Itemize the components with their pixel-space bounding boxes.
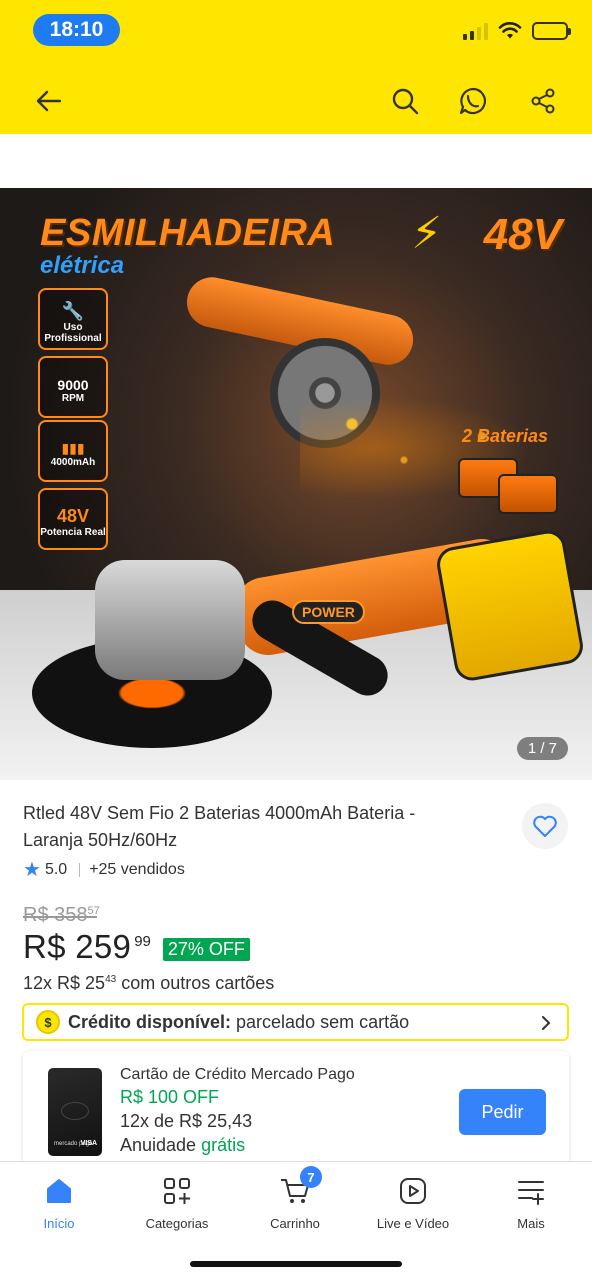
fee-free: grátis	[201, 1135, 246, 1155]
more-icon	[514, 1174, 548, 1208]
order-card-button[interactable]: Pedir	[459, 1089, 546, 1135]
nav-item-mais[interactable]: Mais	[472, 1174, 590, 1231]
credit-card-image: mercado pago VISA	[48, 1068, 102, 1156]
hero-voltage: 48V	[483, 210, 562, 259]
grinder-head-illustration	[95, 560, 245, 680]
product-title: Rtled 48V Sem Fio 2 Baterias 4000mAh Bat…	[23, 803, 416, 850]
lightning-icon: ⚡	[411, 209, 442, 258]
battery-icon	[532, 22, 571, 40]
card-brand: VISA	[80, 1140, 97, 1147]
top-bar: 18:10	[0, 0, 592, 134]
badge-label: 4000mAh	[50, 457, 96, 468]
favorite-button[interactable]	[522, 803, 568, 849]
coin-icon: $	[36, 1010, 60, 1034]
nav-item-inicio[interactable]: Início	[0, 1174, 118, 1231]
badge-label: RPM	[61, 392, 85, 404]
installments-info[interactable]: 12x R$ 2543 com outros cartões	[23, 973, 274, 994]
sold-count: +25 vendidos	[89, 860, 185, 878]
credit-label: parcelado sem cartão	[231, 1011, 410, 1032]
rating-value: 5.0	[44, 860, 68, 878]
badge-value: 48V	[56, 506, 90, 526]
card-offer-installments: 12x de R$ 25,43	[120, 1111, 253, 1131]
card-offer-fee: Anuidade grátis	[120, 1135, 245, 1156]
nav-item-carrinho[interactable]: 7 Carrinho	[236, 1166, 354, 1231]
price-value: R$ 259	[23, 928, 132, 965]
hero-subtitle: elétrica	[40, 252, 125, 279]
home-icon	[42, 1174, 76, 1208]
whatsapp-icon[interactable]	[458, 86, 488, 116]
power-label: POWER	[292, 600, 365, 624]
installments-suffix: com outros cartões	[116, 973, 275, 993]
nav-label: Carrinho	[270, 1216, 320, 1231]
search-icon[interactable]	[390, 86, 420, 116]
badge-label: Potencia Real	[40, 527, 106, 538]
feature-badge-uso: 🔧 Uso Profissional	[38, 288, 108, 350]
old-price: R$ 35857	[23, 904, 100, 927]
arrow-left-icon[interactable]	[33, 86, 63, 116]
batteries-label: 2 Baterias	[462, 426, 549, 446]
fee-prefix: Anuidade	[120, 1135, 202, 1155]
nav-label: Início	[43, 1216, 75, 1231]
battery-level-icon: ▮▮▮	[61, 440, 85, 456]
card-offer-discount: R$ 100 OFF	[120, 1087, 220, 1107]
heart-icon	[533, 815, 557, 837]
card-offer-title: Cartão de Crédito Mercado Pago	[120, 1066, 355, 1083]
credit-label-bold: Crédito disponível:	[68, 1011, 232, 1032]
home-indicator	[190, 1261, 402, 1267]
share-icon[interactable]	[528, 86, 558, 116]
battery-pack-illustration	[498, 474, 558, 514]
status-time: 18:10	[33, 14, 120, 46]
feature-badge-power: 48V Potencia Real	[38, 488, 108, 550]
feature-badge-mah: ▮▮▮ 4000mAh	[38, 420, 108, 482]
feature-badge-rpm: 9000 RPM	[38, 356, 108, 418]
discount-badge: 27% OFF	[162, 938, 250, 961]
cart-icon: 7	[278, 1166, 322, 1208]
strikethrough	[23, 916, 97, 918]
mercado-pago-logo	[61, 1102, 89, 1120]
installments-prefix: 12x R$ 25	[23, 973, 106, 993]
badge-label: Uso Profissional	[44, 321, 102, 344]
chevron-right-icon	[542, 1016, 551, 1030]
price-row: R$ 259 99 27% OFF	[23, 928, 250, 966]
rating-row[interactable]: ★ 5.0 +25 vendidos	[23, 857, 185, 882]
nav-item-categorias[interactable]: Categorias	[118, 1174, 236, 1231]
cart-count-badge: 7	[300, 1166, 322, 1188]
hero-title: ESMILHADEIRA	[40, 212, 336, 254]
grinder-battery-illustration	[434, 527, 586, 684]
wrench-icon: 🔧	[61, 300, 85, 321]
credit-available-banner[interactable]: $ Crédito disponível: parcelado sem cart…	[22, 1003, 569, 1041]
badge-value: 9000	[57, 376, 89, 393]
credit-card-offer: mercado pago VISA Cartão de Crédito Merc…	[23, 1051, 569, 1171]
old-price-value: R$ 358	[23, 904, 88, 926]
spacer	[0, 134, 592, 188]
installments-cents: 43	[105, 974, 117, 985]
nav-item-live-video[interactable]: Live e Vídeo	[354, 1174, 472, 1231]
wifi-icon	[498, 22, 522, 39]
product-image-gallery[interactable]: ESMILHADEIRA elétrica ⚡ 48V 🔧 Uso Profis…	[0, 188, 592, 780]
status-icons	[463, 22, 571, 40]
star-icon: ★	[23, 859, 41, 881]
video-icon	[396, 1174, 430, 1208]
nav-label: Live e Vídeo	[376, 1216, 450, 1231]
signal-icon	[463, 22, 488, 40]
nav-label: Mais	[517, 1216, 545, 1231]
nav-label: Categorias	[145, 1216, 209, 1231]
image-counter: 1 / 7	[516, 737, 568, 760]
separator	[79, 862, 81, 877]
categories-icon	[160, 1174, 194, 1208]
price-cents: 99	[134, 933, 151, 950]
